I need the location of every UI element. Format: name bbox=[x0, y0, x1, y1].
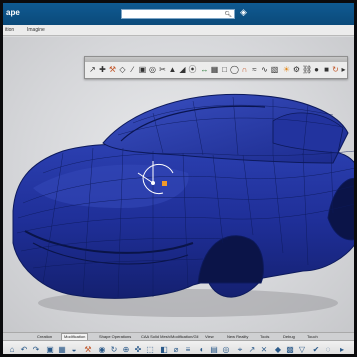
sphere-icon[interactable]: ◯ bbox=[230, 65, 239, 74]
smooth-icon[interactable]: ∿ bbox=[260, 65, 269, 74]
material-icon[interactable]: ◆ bbox=[273, 344, 283, 354]
brush-icon[interactable]: ⚒ bbox=[108, 65, 117, 74]
camera-icon[interactable]: ▤ bbox=[209, 344, 219, 354]
redo-icon[interactable]: ↷ bbox=[31, 344, 41, 354]
more-actions-icon[interactable]: ▸ bbox=[337, 344, 347, 354]
tab-caa-solid[interactable]: CAA Solid Mesh/Modification/Gil bbox=[139, 334, 200, 339]
lock-icon[interactable]: ■ bbox=[322, 65, 331, 74]
render-icon[interactable]: ◐ bbox=[197, 344, 207, 354]
tab-debug[interactable]: Debug bbox=[281, 334, 297, 339]
paint-icon[interactable]: ⚒ bbox=[83, 344, 93, 354]
extrude-icon[interactable]: ▲ bbox=[168, 65, 177, 74]
monitor-screen: ape 🔍︎ ◈ ition Imagine ↗ ✚ ⚒ ◇ ∕ ▣ ◎ ✂ ▲… bbox=[0, 0, 357, 357]
cube-icon[interactable]: ▣ bbox=[45, 344, 55, 354]
measure-icon[interactable]: ⌀ bbox=[171, 344, 181, 354]
zoom-icon[interactable]: ⊕ bbox=[121, 344, 131, 354]
pin-icon[interactable]: ● bbox=[312, 65, 321, 74]
tab-shape-operations[interactable]: Shape Operations bbox=[97, 334, 133, 339]
settings-icon[interactable]: ⚙ bbox=[292, 65, 301, 74]
tab-creation[interactable]: Creation bbox=[35, 334, 54, 339]
weld-icon[interactable]: ⦿ bbox=[188, 65, 197, 74]
workbench-tabs: Creation Modification Shape Operations C… bbox=[3, 332, 354, 341]
subdivide-icon[interactable]: ▧ bbox=[270, 65, 279, 74]
crease-icon[interactable]: ≈ bbox=[250, 65, 259, 74]
check-icon[interactable]: ✔ bbox=[311, 344, 321, 354]
action-bar: ⌂ ↶ ↷ ▣ ▦ ◒ ⚒ ◉ ↻ ⊕ ✜ ⬚ ◧ ⌀ ≡ ◐ ▤ ◎ ⌖ ↗ … bbox=[3, 340, 354, 354]
edge-icon[interactable]: ∕ bbox=[128, 65, 137, 74]
snap-icon[interactable]: ⨯ bbox=[259, 344, 269, 354]
light-icon[interactable]: ☀ bbox=[282, 65, 291, 74]
bevel-icon[interactable]: ◢ bbox=[178, 65, 187, 74]
more-icon[interactable]: ▸ bbox=[339, 65, 348, 74]
link-icon[interactable]: ⛓ bbox=[302, 65, 312, 74]
move-icon[interactable]: ✚ bbox=[98, 65, 107, 74]
box-icon[interactable]: □ bbox=[220, 65, 229, 74]
pan-icon[interactable]: ✜ bbox=[133, 344, 143, 354]
filter-icon[interactable]: ▽ bbox=[297, 344, 307, 354]
fit-icon[interactable]: ⬚ bbox=[145, 344, 155, 354]
mesh-icon[interactable]: ▦ bbox=[57, 344, 67, 354]
floating-toolbar[interactable]: ↗ ✚ ⚒ ◇ ∕ ▣ ◎ ✂ ▲ ◢ ⦿ ↔ ▦ □ ◯ ∩ ≈ ∿ ▧ ☀ … bbox=[84, 56, 348, 79]
split-icon[interactable]: ✂ bbox=[158, 65, 167, 74]
undo-icon[interactable]: ↶ bbox=[19, 344, 29, 354]
section-icon[interactable]: ◧ bbox=[159, 344, 169, 354]
surface-icon[interactable]: ◒ bbox=[69, 344, 79, 354]
axis-icon[interactable]: ↗ bbox=[247, 344, 257, 354]
tab-new-reality[interactable]: New Reality bbox=[225, 334, 250, 339]
tab-tools[interactable]: Tools bbox=[258, 334, 271, 339]
magnet-icon[interactable]: ∩ bbox=[240, 65, 249, 74]
texture-icon[interactable]: ▩ bbox=[285, 344, 295, 354]
tab-view[interactable]: View bbox=[203, 334, 216, 339]
toolbar-grip[interactable] bbox=[85, 57, 347, 62]
vertex-icon[interactable]: ◇ bbox=[118, 65, 127, 74]
select-icon[interactable]: ↗ bbox=[88, 65, 97, 74]
layers-icon[interactable]: ≡ bbox=[183, 344, 193, 354]
tab-touch[interactable]: Touch bbox=[305, 334, 320, 339]
home-icon[interactable]: ⌂ bbox=[7, 344, 17, 354]
hide-icon[interactable]: ◌ bbox=[323, 344, 333, 354]
grid-icon[interactable]: ▦ bbox=[210, 65, 219, 74]
rotate-icon[interactable]: ↻ bbox=[109, 344, 119, 354]
face-icon[interactable]: ▣ bbox=[138, 65, 147, 74]
symmetry-icon[interactable]: ↔ bbox=[200, 65, 209, 74]
light-bulb-icon[interactable]: ◎ bbox=[221, 344, 231, 354]
view-icon[interactable]: ◉ bbox=[97, 344, 107, 354]
loop-icon[interactable]: ◎ bbox=[148, 65, 157, 74]
compass-icon[interactable]: ⌖ bbox=[235, 344, 245, 354]
car-model[interactable] bbox=[3, 3, 354, 332]
